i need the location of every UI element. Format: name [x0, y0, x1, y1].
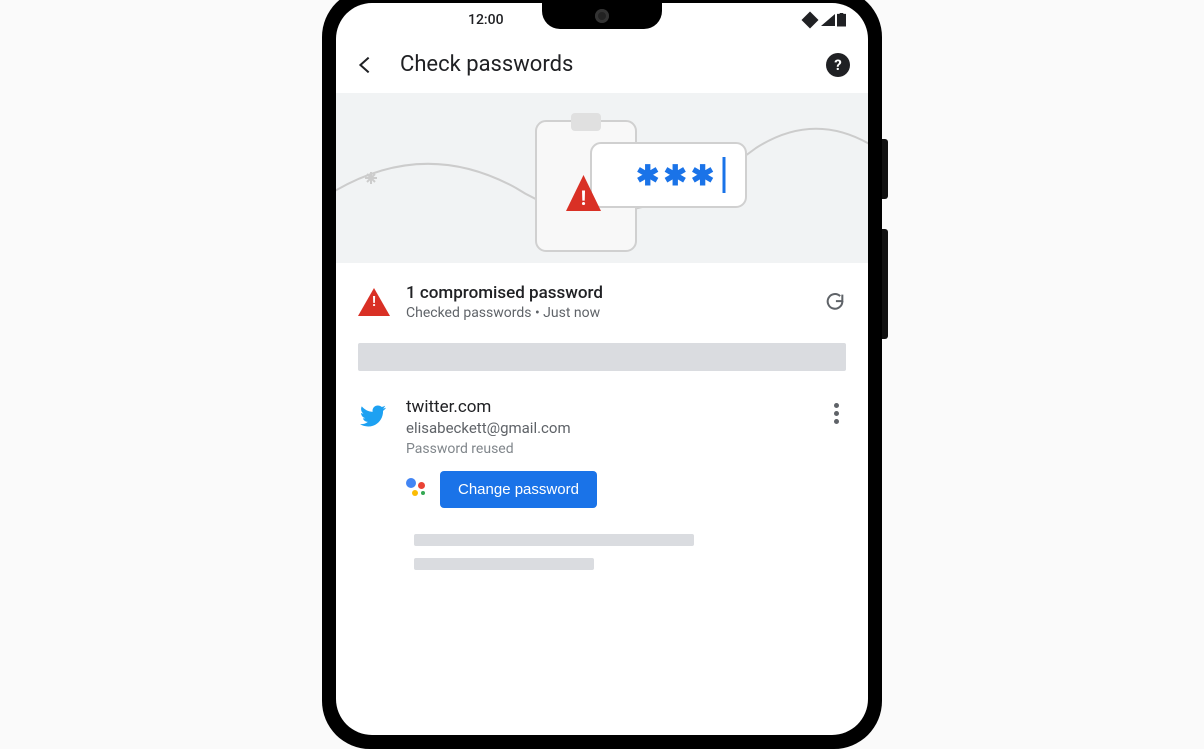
placeholder-line	[414, 558, 594, 570]
summary-subtitle: Checked passwords • Just now	[406, 305, 808, 321]
entry-email: elisabeckett@gmail.com	[406, 419, 808, 437]
more-options-button[interactable]	[826, 397, 846, 508]
signal-icon	[821, 14, 835, 26]
phone-side-button	[882, 229, 888, 339]
twitter-icon	[358, 401, 388, 431]
placeholder-line	[414, 534, 694, 546]
battery-icon	[837, 13, 846, 27]
phone-notch	[542, 3, 662, 29]
svg-text:!: !	[581, 186, 586, 210]
placeholder-bar	[358, 343, 846, 371]
svg-text:✱✱✱: ✱✱✱	[636, 159, 718, 192]
password-entry: twitter.com elisabeckett@gmail.com Passw…	[336, 371, 868, 508]
phone-screen: 12:00 Check passwords ?	[336, 3, 868, 735]
warning-icon	[358, 288, 390, 316]
entry-site: twitter.com	[406, 397, 808, 417]
entry-status: Password reused	[406, 441, 808, 457]
status-time: 12:00	[468, 12, 504, 28]
refresh-button[interactable]	[824, 291, 846, 313]
help-button[interactable]: ?	[826, 53, 850, 77]
wifi-icon	[802, 11, 819, 28]
summary-title: 1 compromised password	[406, 283, 808, 303]
assistant-icon	[406, 478, 428, 500]
hero-illustration: ✱✱✱ !	[336, 93, 868, 263]
page-title: Check passwords	[400, 52, 802, 77]
app-bar: Check passwords ?	[336, 37, 868, 93]
phone-frame: 12:00 Check passwords ?	[322, 0, 882, 749]
phone-side-button	[882, 139, 888, 199]
summary-row: 1 compromised password Checked passwords…	[336, 263, 868, 335]
back-button[interactable]	[354, 54, 376, 76]
change-password-button[interactable]: Change password	[440, 471, 597, 508]
